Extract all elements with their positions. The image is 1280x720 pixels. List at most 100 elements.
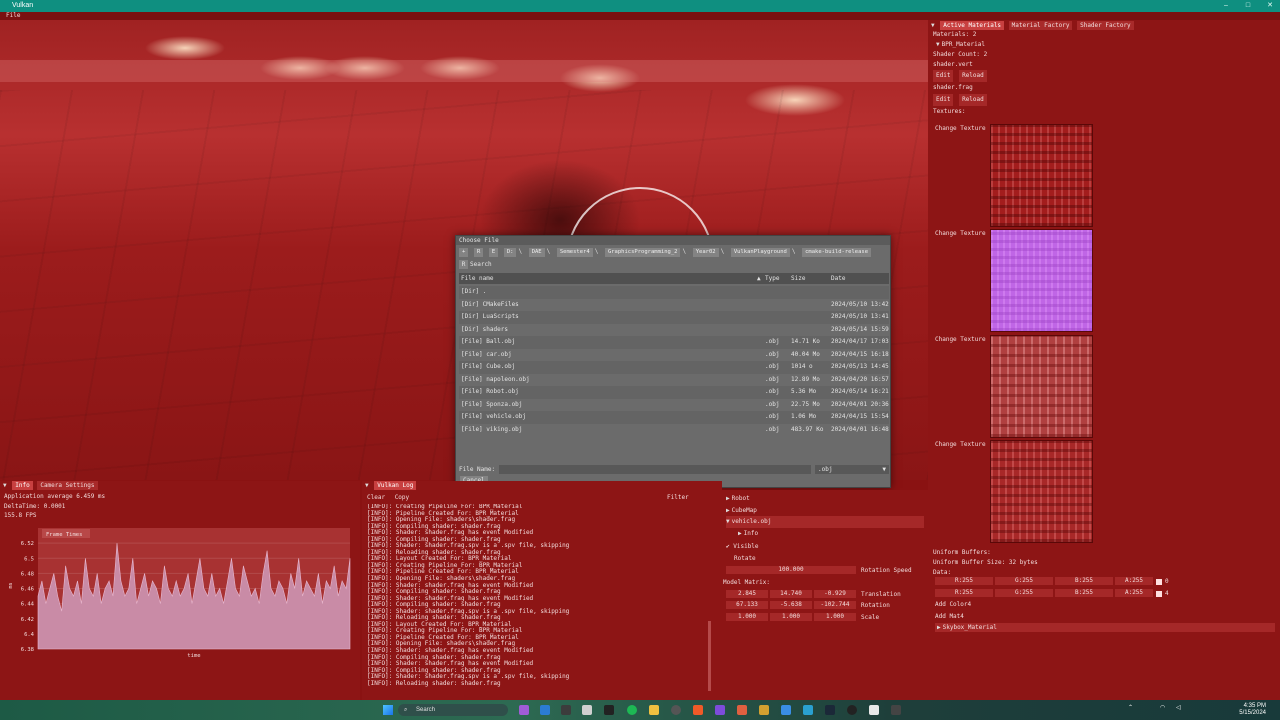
translation-z[interactable]: -0.929 — [814, 590, 856, 598]
copy-log-button[interactable]: Copy — [395, 494, 409, 501]
column-type[interactable]: Type — [765, 273, 779, 284]
path-segment[interactable]: cmake-build-release — [802, 248, 872, 257]
material-node[interactable]: ▼ BPR_Material — [928, 40, 1280, 50]
taskbar-search[interactable]: ⌕ Search — [398, 704, 508, 716]
edit-shader-button[interactable]: Edit — [933, 70, 954, 82]
translation-x[interactable]: 2.845 — [726, 590, 768, 598]
file-row[interactable]: [File] Cube.obj .obj 1014 o 2024/05/13 14:4… — [459, 361, 889, 374]
clear-log-button[interactable]: Clear — [367, 494, 385, 501]
add-mat4-button[interactable]: Add Mat4 — [935, 613, 964, 620]
texture-roughness-thumbnail[interactable] — [990, 335, 1093, 438]
column-file-name[interactable]: File name — [461, 273, 494, 284]
scale-z[interactable]: 1.000 — [814, 613, 856, 621]
file-row[interactable]: [File] car.obj .obj 40.04 Mo 2024/04/15 16:… — [459, 349, 889, 362]
path-segment[interactable]: Year02 — [692, 248, 719, 257]
collapse-icon[interactable]: ▼ — [365, 482, 369, 489]
app-icon[interactable] — [891, 705, 901, 715]
browser-icon[interactable] — [693, 705, 703, 715]
maximize-button[interactable]: □ — [1237, 0, 1259, 12]
path-segment[interactable]: DAE — [528, 248, 545, 257]
change-texture-button[interactable]: Change Texture — [935, 125, 986, 132]
green-field[interactable]: G:255 — [995, 577, 1053, 585]
app-icon[interactable] — [561, 705, 571, 715]
app-icon[interactable] — [781, 705, 791, 715]
app-icon[interactable] — [847, 705, 857, 715]
file-type-select[interactable]: .obj ▼ — [815, 465, 889, 474]
wifi-icon[interactable]: ◠ — [1160, 704, 1165, 711]
alpha-field[interactable]: A:255 — [1115, 589, 1153, 597]
tab-material-factory[interactable]: Material Factory — [1008, 21, 1073, 30]
blue-field[interactable]: B:255 — [1055, 577, 1113, 585]
clock[interactable]: 4:35 PM 5/15/2024 — [1236, 703, 1266, 717]
reload-shader-button[interactable]: Reload — [959, 94, 987, 106]
tray-chevron-icon[interactable]: ⌃ — [1128, 704, 1133, 711]
tab-shader-factory[interactable]: Shader Factory — [1077, 21, 1134, 30]
app-icon[interactable] — [759, 705, 769, 715]
path-segment[interactable]: Semester4 — [556, 248, 593, 257]
file-row[interactable]: [Dir] CMakeFiles 2024/05/10 13:42 — [459, 299, 889, 312]
new-folder-button[interactable]: + — [459, 248, 469, 257]
log-filter-label[interactable]: Filter — [667, 493, 689, 502]
file-row[interactable]: [Dir] . — [459, 286, 889, 299]
tab-camera-settings[interactable]: Camera Settings — [37, 481, 98, 490]
file-row[interactable]: [File] Ball.obj .obj 14.71 Ko 2024/04/17 17… — [459, 336, 889, 349]
scale-x[interactable]: 1.000 — [726, 613, 768, 621]
expand-arrow-icon[interactable]: ▶ — [726, 507, 730, 514]
blue-field[interactable]: B:255 — [1055, 589, 1113, 597]
close-button[interactable]: ✕ — [1259, 0, 1280, 12]
red-field[interactable]: R:255 — [935, 589, 993, 597]
reload-shader-button[interactable]: Reload — [959, 70, 987, 82]
steam-icon[interactable] — [825, 705, 835, 715]
texture-albedo-thumbnail[interactable] — [990, 124, 1093, 227]
file-row[interactable]: [File] napoleon.obj .obj 12.89 Mo 2024/04/2… — [459, 374, 889, 387]
volume-icon[interactable]: ◁ — [1176, 704, 1181, 711]
edit-shader-button[interactable]: Edit — [933, 94, 954, 106]
color-swatch[interactable] — [1156, 591, 1162, 597]
translation-y[interactable]: 14.740 — [770, 590, 812, 598]
red-field[interactable]: R:255 — [935, 577, 993, 585]
expand-arrow-icon[interactable]: ▶ — [726, 495, 730, 502]
app-icon[interactable] — [582, 705, 592, 715]
column-size[interactable]: Size — [791, 273, 805, 284]
path-segment[interactable]: GraphicsProgramming_2 — [604, 248, 681, 257]
expand-arrow-icon[interactable]: ▼ — [936, 41, 940, 48]
rotation-speed-slider[interactable]: 100.000 — [726, 566, 856, 574]
file-row[interactable]: [Dir] shaders 2024/05/14 15:59 — [459, 324, 889, 337]
start-icon[interactable] — [383, 705, 393, 715]
file-row[interactable]: [Dir] LuaScripts 2024/05/10 13:41 — [459, 311, 889, 324]
texture-metallic-thumbnail[interactable] — [990, 440, 1093, 543]
green-field[interactable]: G:255 — [995, 589, 1053, 597]
rotation-x[interactable]: 67.133 — [726, 601, 768, 609]
path-segment[interactable]: D: — [503, 248, 517, 257]
refresh-button[interactable]: R — [473, 248, 484, 257]
skybox-material-node[interactable]: ▶ Skybox_Material — [935, 623, 1275, 632]
rotate-toggle[interactable]: Rotate — [734, 555, 756, 562]
info-node[interactable]: ▶ Info — [726, 528, 924, 540]
log-output[interactable]: [INFO]: Creating Pipeline For: BPR_Mater… — [367, 504, 709, 700]
file-row[interactable]: [File] viking.obj .obj 483.97 Ko 2024/04/01… — [459, 424, 889, 437]
scene-object-robot[interactable]: ▶ Robot — [726, 493, 924, 505]
minimize-button[interactable]: – — [1215, 0, 1237, 12]
add-color-button[interactable]: Add Color4 — [935, 601, 971, 608]
collapse-icon[interactable]: ▼ — [3, 482, 7, 489]
expand-arrow-icon[interactable]: ▶ — [937, 624, 941, 631]
tab-active-materials[interactable]: Active Materials — [940, 21, 1005, 30]
log-scrollbar[interactable] — [708, 621, 711, 691]
search-reset-icon[interactable]: R — [459, 260, 468, 269]
file-row[interactable]: [File] Sponza.obj .obj 22.75 Mo 2024/04/01 … — [459, 399, 889, 412]
alpha-field[interactable]: A:255 — [1115, 577, 1153, 585]
texture-normal-thumbnail[interactable] — [990, 229, 1093, 332]
app-icon[interactable] — [519, 705, 529, 715]
change-texture-button[interactable]: Change Texture — [935, 336, 986, 343]
app-icon[interactable] — [869, 705, 879, 715]
app-icon[interactable] — [737, 705, 747, 715]
tab-vulkan-log[interactable]: Vulkan Log — [374, 481, 417, 490]
rotation-z[interactable]: -102.744 — [814, 601, 856, 609]
color-swatch[interactable] — [1156, 579, 1162, 585]
change-texture-button[interactable]: Change Texture — [935, 441, 986, 448]
edit-path-button[interactable]: E — [488, 248, 499, 257]
collapse-icon[interactable]: ▼ — [931, 22, 935, 29]
visible-checkbox[interactable]: ✔ Visible — [726, 543, 759, 550]
terminal-icon[interactable] — [604, 705, 614, 715]
rotation-y[interactable]: -5.638 — [770, 601, 812, 609]
